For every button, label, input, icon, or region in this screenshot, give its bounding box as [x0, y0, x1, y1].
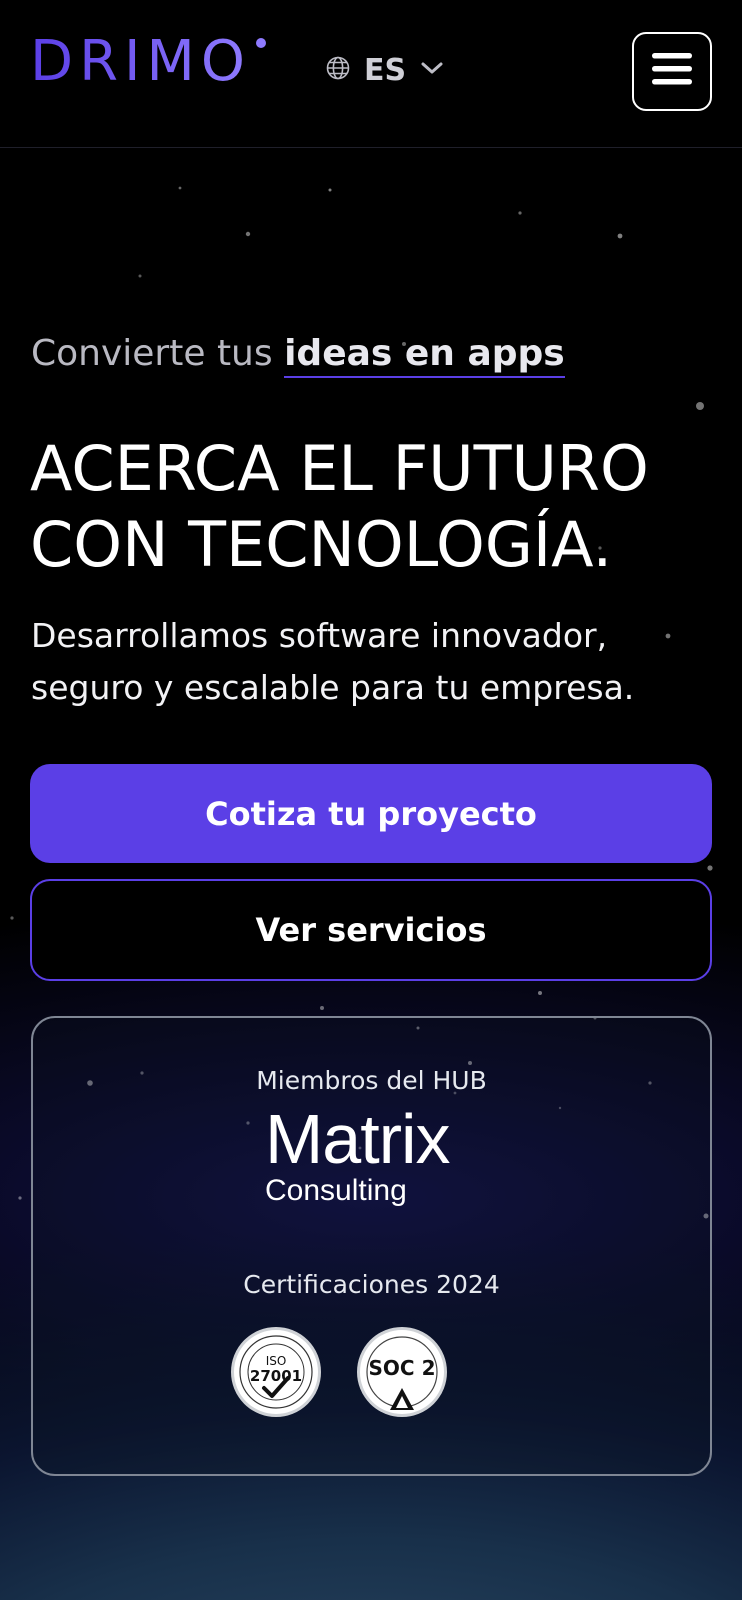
certifications-label: Certificaciones 2024	[243, 1270, 500, 1299]
site-header: DRIMO ES	[0, 0, 742, 148]
quote-project-button[interactable]: Cotiza tu proyecto	[30, 764, 712, 863]
view-services-button[interactable]: Ver servicios	[30, 879, 712, 981]
language-code: ES	[364, 52, 407, 88]
soc2-label: SOC 2	[368, 1356, 436, 1380]
language-selector[interactable]: ES	[326, 52, 444, 88]
logo-dot	[256, 38, 266, 48]
eyebrow-prefix: Convierte tus	[31, 333, 273, 374]
partner-subtitle: Consulting	[265, 1174, 407, 1207]
headline-line-1: ACERCA EL FUTURO	[30, 432, 649, 505]
menu-button[interactable]	[632, 32, 712, 111]
iso-label: ISO	[265, 1354, 287, 1368]
iso-27001-badge: ISO 27001	[231, 1327, 321, 1417]
subtext-line-1: Desarrollamos software innovador,	[31, 616, 608, 655]
drimo-logo[interactable]: DRIMO	[30, 34, 251, 90]
soc2-badge: SOC 2	[357, 1327, 447, 1417]
hero-subtext: Desarrollamos software innovador, seguro…	[31, 610, 711, 714]
hero-headline: ACERCA EL FUTURO CON TECNOLOGÍA.	[30, 431, 720, 583]
chevron-down-icon	[420, 60, 444, 81]
headline-line-2: CON TECNOLOGÍA.	[30, 508, 613, 581]
eyebrow-highlight: ideas en apps	[284, 333, 565, 378]
subtext-line-2: seguro y escalable para tu empresa.	[31, 668, 635, 707]
partner-name: Matrix	[265, 1100, 451, 1178]
hero-eyebrow: Convierte tus ideas en apps	[31, 333, 565, 378]
iso-number: 27001	[249, 1367, 303, 1385]
hamburger-menu-icon	[652, 52, 692, 91]
globe-icon	[326, 56, 350, 85]
members-label: Miembros del HUB	[256, 1066, 487, 1095]
